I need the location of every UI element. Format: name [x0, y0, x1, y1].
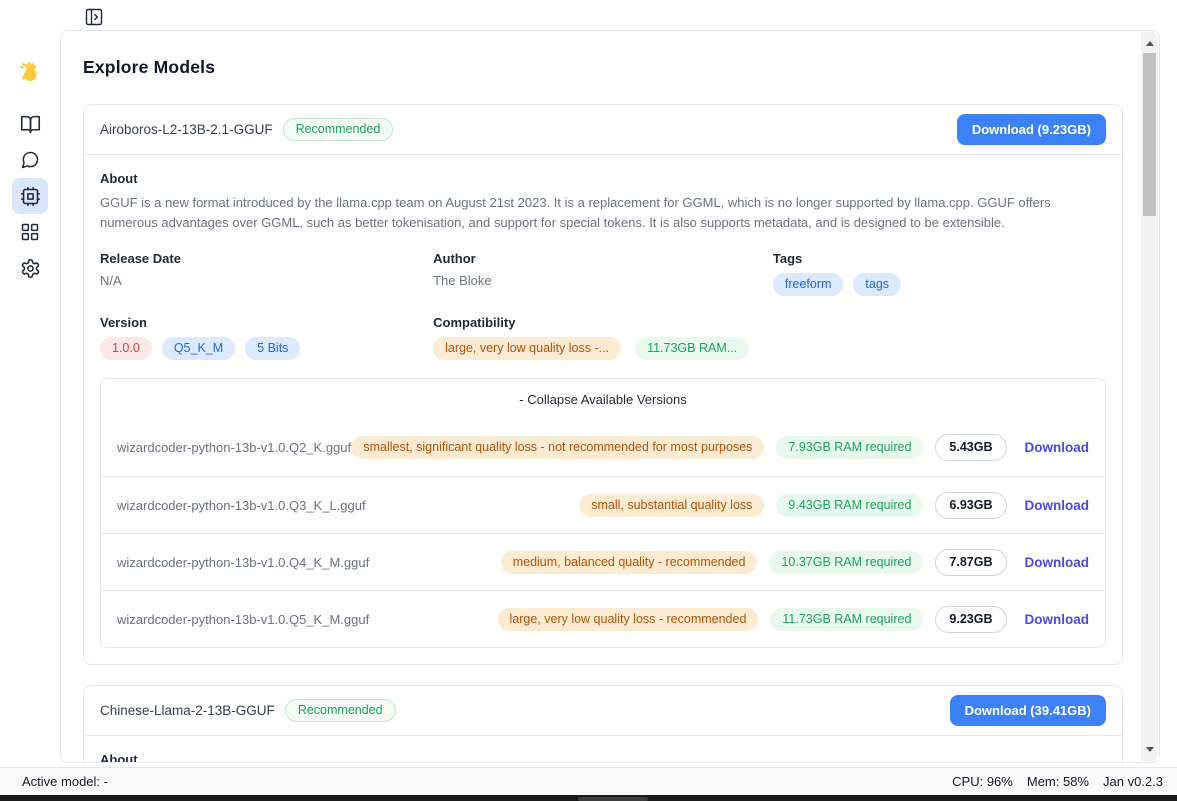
download-model-button[interactable]: Download (9.23GB) [957, 114, 1106, 145]
version-filename: wizardcoder-python-13b-v1.0.Q2_K.gguf [117, 440, 351, 455]
tags-label: Tags [773, 251, 1106, 266]
quality-pill: smallest, significant quality loss - not… [351, 436, 764, 459]
release-date-value: N/A [100, 273, 433, 288]
active-model-status: Active model: - [22, 774, 108, 789]
model-name: Chinese-Llama-2-13B-GGUF [100, 703, 275, 718]
ram-pill: 11.73GB RAM required [770, 608, 923, 631]
compatibility-label: Compatibility [433, 315, 1106, 330]
collapse-versions-toggle[interactable]: - Collapse Available Versions [101, 379, 1105, 419]
grid-icon [20, 222, 40, 242]
download-version-link[interactable]: Download [1025, 612, 1090, 627]
download-version-link[interactable]: Download [1025, 498, 1090, 513]
about-label: About [100, 171, 1106, 186]
size-badge: 9.23GB [935, 606, 1006, 633]
ram-pill: 9.43GB RAM required [776, 494, 923, 517]
ram-pill: 7.93GB RAM required [776, 436, 923, 459]
model-card-chinese-llama: Chinese-Llama-2-13B-GGUF Recommended Dow… [83, 685, 1123, 763]
author-label: Author [433, 251, 773, 266]
tag-pill: tags [853, 273, 901, 296]
sidebar-item-chat[interactable] [12, 142, 48, 178]
version-row: wizardcoder-python-13b-v1.0.Q4_K_M.gguf … [101, 533, 1105, 590]
version-row: wizardcoder-python-13b-v1.0.Q2_K.gguf sm… [101, 419, 1105, 476]
status-bar: Active model: - CPU: 96% Mem: 58% Jan v0… [0, 767, 1177, 795]
version-filename: wizardcoder-python-13b-v1.0.Q5_K_M.gguf [117, 612, 498, 627]
vertical-scrollbar[interactable] [1141, 32, 1158, 761]
version-filename: wizardcoder-python-13b-v1.0.Q4_K_M.gguf [117, 555, 501, 570]
version-pill: 1.0.0 [100, 337, 152, 360]
cpu-icon [20, 186, 41, 207]
app-sidebar [0, 50, 60, 286]
mem-usage: Mem: 58% [1027, 774, 1089, 789]
about-text: GGUF is a new format introduced by the l… [100, 193, 1106, 232]
compatibility-field: Compatibility large, very low quality lo… [433, 315, 1106, 360]
main-panel: Explore Models Airoboros-L2-13B-2.1-GGUF… [60, 30, 1160, 763]
quality-pill: medium, balanced quality - recommended [501, 551, 758, 574]
chat-icon [20, 150, 40, 170]
version-field: Version 1.0.0 Q5_K_M 5 Bits [100, 315, 433, 360]
release-date-label: Release Date [100, 251, 433, 266]
sidebar-item-welcome[interactable] [12, 54, 48, 90]
gear-icon [20, 258, 41, 279]
quantization-pill: Q5_K_M [162, 337, 235, 360]
about-label: About [100, 752, 1106, 763]
scroll-down-arrow-icon[interactable] [1146, 747, 1154, 752]
scrollbar-thumb[interactable] [1143, 53, 1156, 216]
tags-field: Tags freeform tags [773, 251, 1106, 296]
book-icon [20, 114, 41, 135]
panel-toggle-icon [84, 7, 104, 27]
size-badge: 6.93GB [935, 492, 1006, 519]
version-row: wizardcoder-python-13b-v1.0.Q3_K_L.gguf … [101, 476, 1105, 533]
sidebar-item-docs[interactable] [12, 106, 48, 142]
model-card-airoboros: Airoboros-L2-13B-2.1-GGUF Recommended Do… [83, 104, 1123, 665]
model-name: Airoboros-L2-13B-2.1-GGUF [100, 122, 273, 137]
version-label: Version [100, 315, 433, 330]
available-versions-table: - Collapse Available Versions wizardcode… [100, 378, 1106, 648]
download-model-button[interactable]: Download (39.41GB) [950, 695, 1106, 726]
download-version-link[interactable]: Download [1025, 440, 1090, 455]
recommended-badge: Recommended [285, 699, 396, 722]
quality-pill: small, substantial quality loss [579, 494, 764, 517]
release-date-field: Release Date N/A [100, 251, 433, 296]
quality-pill: large, very low quality loss - recommend… [498, 608, 759, 631]
version-filename: wizardcoder-python-13b-v1.0.Q3_K_L.gguf [117, 498, 579, 513]
author-value: The Bloke [433, 273, 773, 288]
size-badge: 7.87GB [935, 549, 1006, 576]
sidebar-toggle-button[interactable] [84, 7, 104, 27]
app-version: Jan v0.2.3 [1103, 774, 1163, 789]
download-version-link[interactable]: Download [1025, 555, 1090, 570]
wave-hand-icon [18, 60, 42, 84]
version-row: wizardcoder-python-13b-v1.0.Q5_K_M.gguf … [101, 590, 1105, 647]
sidebar-item-apps[interactable] [12, 214, 48, 250]
quality-pill: large, very low quality loss -... [433, 337, 621, 360]
page-title: Explore Models [83, 57, 1123, 78]
cpu-usage: CPU: 96% [952, 774, 1013, 789]
sidebar-item-settings[interactable] [12, 250, 48, 286]
bits-pill: 5 Bits [245, 337, 300, 360]
scroll-up-arrow-icon[interactable] [1146, 41, 1154, 46]
author-field: Author The Bloke [433, 251, 773, 296]
sidebar-item-models[interactable] [12, 178, 48, 214]
taskbar-edge [0, 795, 1177, 801]
size-badge: 5.43GB [935, 434, 1006, 461]
ram-pill: 10.37GB RAM required [769, 551, 923, 574]
tag-pill: freeform [773, 273, 844, 296]
taskbar-glow [578, 797, 648, 801]
recommended-badge: Recommended [283, 118, 394, 141]
ram-pill: 11.73GB RAM... [635, 337, 749, 360]
